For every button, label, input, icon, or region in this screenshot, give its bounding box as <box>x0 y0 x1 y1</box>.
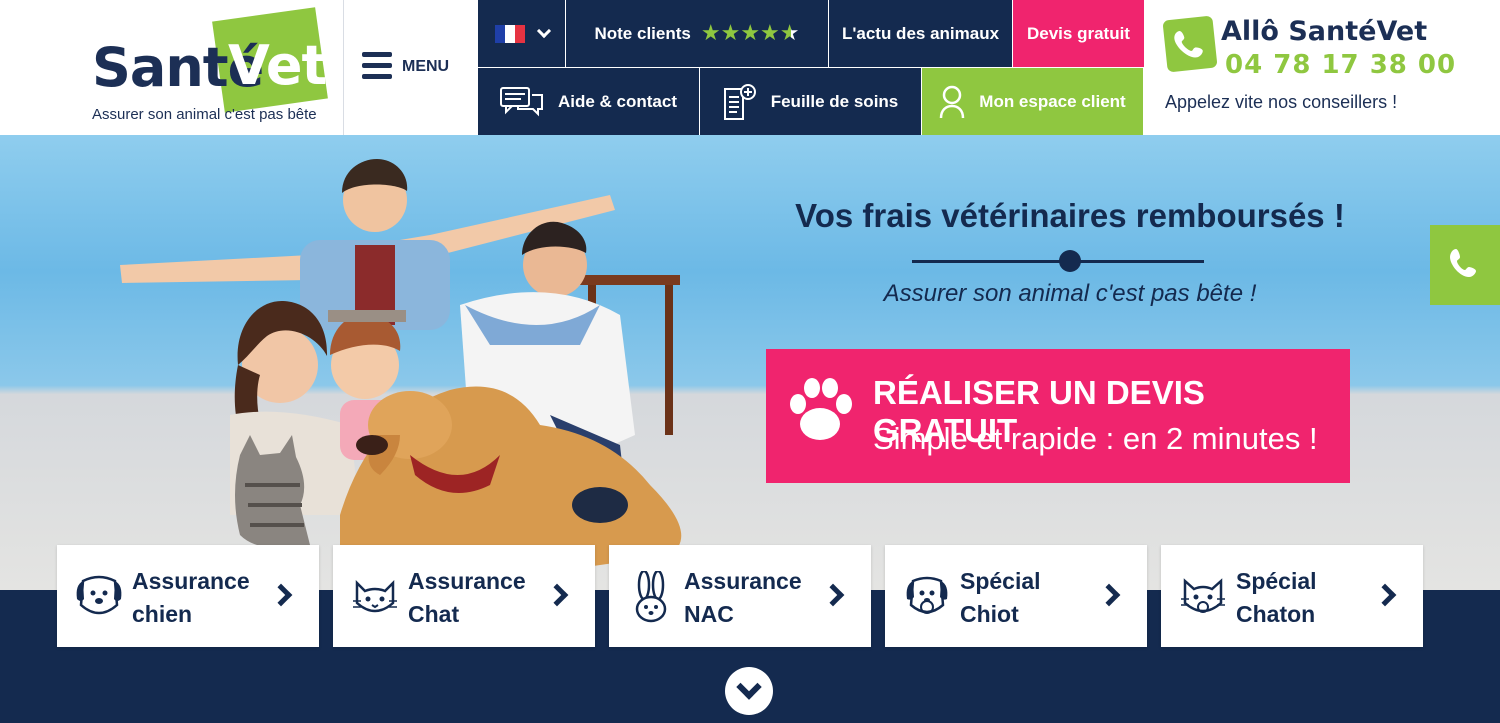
client-space-label: Mon espace client <box>979 91 1126 111</box>
phone-bubble-icon <box>1162 15 1218 73</box>
card-label-line1: Assurance <box>132 568 250 594</box>
star-icon: ★ <box>760 20 780 46</box>
chevron-down-icon <box>736 674 762 700</box>
top-nav-row-2: Aide & contact Feuille de soins Mon espa… <box>478 68 1144 135</box>
card-kitten-special[interactable]: Spécial Chaton <box>1161 545 1423 647</box>
chevron-right-icon <box>269 583 293 607</box>
chevron-down-icon <box>536 23 551 38</box>
puppy-icon <box>906 576 948 614</box>
cat-icon <box>353 579 397 613</box>
card-dog-insurance[interactable]: Assurance chien <box>57 545 319 647</box>
logo-tagline: Assurer son animal c'est pas bête <box>92 106 317 123</box>
star-icon: ★ <box>740 20 761 46</box>
card-label: Spécial Chaton <box>1236 565 1376 631</box>
title-divider-dot <box>1059 250 1081 272</box>
card-label-line1: Assurance <box>684 568 802 594</box>
hero-banner: Vos frais vétérinaires remboursés ! Assu… <box>0 135 1500 590</box>
free-quote-link[interactable]: Devis gratuit <box>1013 0 1145 67</box>
card-label: Assurance Chat <box>408 565 548 631</box>
fr-flag-icon <box>494 24 525 43</box>
family-with-pets-photo <box>120 159 682 575</box>
top-nav-row-1: Note clients ★ ★ ★ ★ ★ L'actu des animau… <box>478 0 1145 67</box>
card-cat-insurance[interactable]: Assurance Chat <box>333 545 595 647</box>
card-label-line1: Spécial <box>1236 568 1317 594</box>
help-contact-label: Aide & contact <box>557 91 678 111</box>
chevron-right-icon <box>545 583 569 607</box>
card-puppy-special[interactable]: Spécial Chiot <box>885 545 1147 647</box>
customer-reviews-link[interactable]: Note clients ★ ★ ★ ★ ★ <box>566 0 829 67</box>
card-label-line1: Spécial <box>960 568 1041 594</box>
chevron-right-icon <box>1373 583 1397 607</box>
card-label-line2: chien <box>132 601 193 627</box>
card-label: Assurance NAC <box>684 565 824 631</box>
hero-subtitle: Assurer son animal c'est pas bête ! <box>883 280 1257 307</box>
chevron-right-icon <box>821 583 845 607</box>
dog-icon <box>76 575 122 615</box>
hamburger-icon <box>362 52 392 85</box>
card-label: Assurance chien <box>132 565 272 631</box>
kitten-icon <box>1181 578 1225 613</box>
menu-label: MENU <box>402 58 450 75</box>
site-header: Santé Vet Assurer son animal c'est pas b… <box>0 0 1500 135</box>
phone-icon <box>1450 249 1476 277</box>
news-link[interactable]: L'actu des animaux <box>829 0 1013 67</box>
half-star-icon: ★ <box>779 20 800 46</box>
paw-icon <box>790 378 852 440</box>
insurance-cards: Assurance chien Assurance Chat Assurance… <box>57 545 1423 647</box>
card-label-line1: Assurance <box>408 568 526 594</box>
language-selector[interactable] <box>478 0 566 67</box>
rabbit-icon <box>635 571 667 623</box>
card-nac-insurance[interactable]: Assurance NAC <box>609 545 871 647</box>
card-label-line2: Chiot <box>960 601 1019 627</box>
free-quote-cta-button[interactable]: RÉALISER UN DEVIS GRATUIT Simple et rapi… <box>766 349 1350 483</box>
user-icon <box>939 85 965 119</box>
title-divider <box>912 260 1204 263</box>
hero-title: Vos frais vétérinaires remboursés ! <box>795 197 1345 234</box>
card-label-line2: Chat <box>408 601 460 627</box>
call-block[interactable]: Allô SantéVet 04 78 17 38 00 Appelez vit… <box>1145 0 1500 135</box>
chevron-right-icon <box>1097 583 1121 607</box>
card-label-line2: NAC <box>684 601 734 627</box>
call-subtitle: Appelez vite nos conseillers ! <box>1165 92 1398 112</box>
phone-number[interactable]: 04 78 17 38 00 <box>1225 50 1456 80</box>
menu-button[interactable]: MENU <box>344 0 478 135</box>
logo[interactable]: Santé Vet Assurer son animal c'est pas b… <box>0 0 343 135</box>
logo-brand-part2: Vet <box>228 34 327 97</box>
card-label-line2: Chaton <box>1236 601 1316 627</box>
reviews-label: Note clients <box>594 23 691 43</box>
card-label: Spécial Chiot <box>960 565 1100 631</box>
side-phone-button[interactable] <box>1430 225 1500 305</box>
care-sheet-label: Feuille de soins <box>770 91 899 111</box>
document-plus-icon <box>723 83 757 121</box>
star-icon: ★ <box>720 20 741 46</box>
client-space-link[interactable]: Mon espace client <box>922 68 1144 135</box>
rating-stars: ★ ★ ★ ★ ★ <box>700 20 800 46</box>
chat-bubbles-icon <box>499 86 544 117</box>
cta-subtitle: Simple et rapide : en 2 minutes ! <box>873 421 1318 456</box>
star-icon: ★ <box>700 20 721 46</box>
help-contact-link[interactable]: Aide & contact <box>478 68 700 135</box>
care-sheet-link[interactable]: Feuille de soins <box>700 68 922 135</box>
scroll-down-button[interactable] <box>725 667 773 715</box>
call-title: Allô SantéVet <box>1221 16 1428 47</box>
